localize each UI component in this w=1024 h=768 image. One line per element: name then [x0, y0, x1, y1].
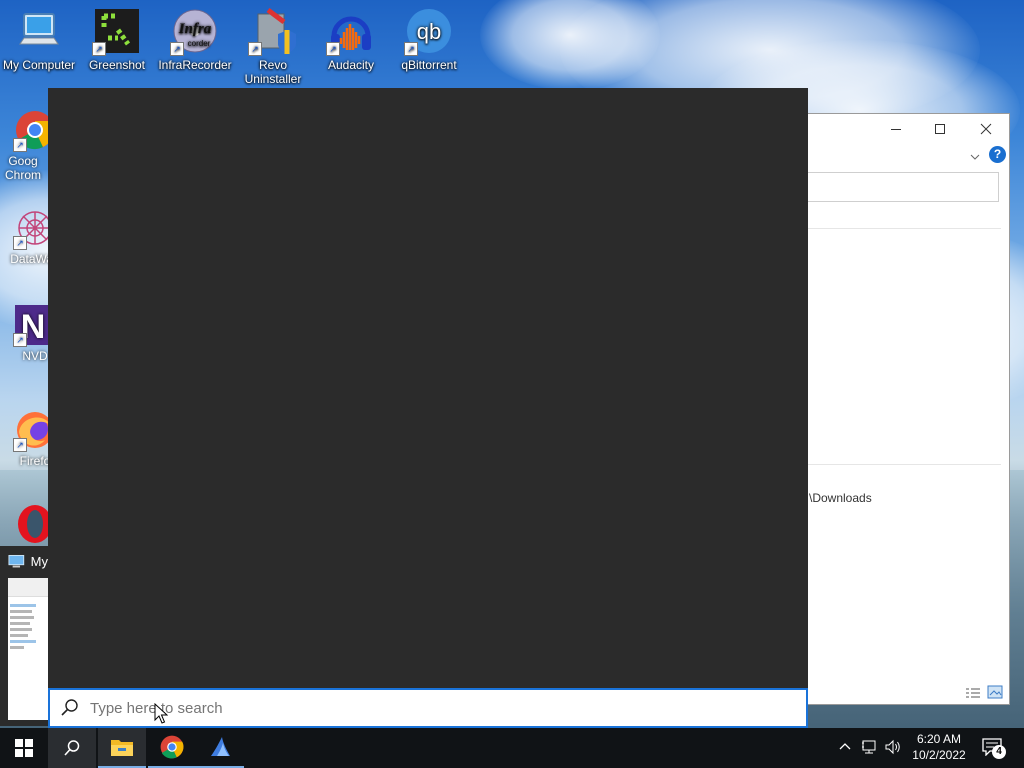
qbittorrent-icon: qb ↗	[404, 8, 452, 56]
greenshot-icon: ↗	[92, 8, 140, 56]
details-view-button[interactable]	[965, 686, 981, 698]
desktop-icon-infrarecorder[interactable]: Infra corder ↗ InfraRecorder	[156, 8, 234, 72]
taskbar-search-button[interactable]	[48, 728, 96, 768]
network-icon	[862, 740, 876, 754]
clock[interactable]: 6:20 AM 10/2/2022	[906, 731, 972, 765]
taskbar-chrome[interactable]	[148, 728, 196, 768]
volume-button[interactable]	[884, 739, 904, 757]
desktop-icon-greenshot[interactable]: ↗ Greenshot	[78, 8, 156, 72]
windows-logo-icon	[15, 739, 33, 757]
infrarecorder-icon: Infra corder ↗	[170, 8, 218, 56]
folder-path-text: \Downloads	[809, 491, 872, 505]
svg-text:corder: corder	[188, 39, 211, 48]
search-icon	[61, 699, 78, 716]
network-button[interactable]	[861, 739, 881, 757]
desktop-icon-label: Audacity	[327, 58, 375, 72]
shark-fin-icon	[211, 737, 230, 756]
desktop-icon-label: Greenshot	[88, 58, 146, 72]
action-center-button[interactable]: 4	[980, 736, 1008, 762]
start-button[interactable]	[0, 728, 48, 768]
minimize-icon	[891, 129, 901, 130]
show-hidden-icons-button[interactable]	[838, 740, 856, 756]
desktop-icon-audacity[interactable]: ↗ Audacity	[312, 8, 390, 72]
notification-badge: 4	[992, 745, 1006, 759]
volume-icon	[885, 739, 900, 755]
address-bar[interactable]	[801, 172, 999, 202]
desktop-icon-label: Revo Uninstaller	[244, 58, 302, 86]
computer-icon	[8, 554, 25, 568]
desktop-icon-qbittorrent[interactable]: qb ↗ qBittorrent	[390, 8, 468, 72]
search-flyout-panel	[48, 88, 808, 688]
help-icon: ?	[993, 147, 1002, 161]
desktop-icon-label: Goog Chrom	[4, 154, 41, 182]
taskbar: 6:20 AM 10/2/2022 4	[0, 728, 1024, 768]
folder-icon	[111, 740, 133, 756]
desktop-icon-label: My Computer	[2, 58, 76, 72]
large-icons-view-icon	[987, 685, 1003, 699]
taskbar-preview[interactable]: My	[0, 546, 48, 726]
desktop-icon-label: qBittorrent	[401, 58, 457, 72]
search-input[interactable]	[88, 698, 772, 718]
maximize-icon	[935, 124, 945, 134]
divider	[801, 228, 1001, 229]
details-view-icon	[966, 688, 980, 698]
close-icon	[980, 123, 992, 135]
mouse-cursor-icon	[154, 703, 168, 724]
chrome-icon	[160, 735, 184, 759]
search-icon	[64, 740, 80, 756]
svg-text:qb: qb	[417, 19, 441, 44]
svg-text:Infra: Infra	[178, 21, 212, 37]
chevron-up-icon	[839, 743, 851, 750]
taskbar-preview-thumbnail	[8, 578, 48, 720]
desktop-icon-revo-uninstaller[interactable]: ↗ Revo Uninstaller	[234, 8, 312, 86]
minimize-button[interactable]	[873, 114, 919, 144]
clock-date: 10/2/2022	[912, 748, 966, 762]
audacity-icon: ↗	[326, 8, 374, 56]
desktop-icon-label: InfraRecorder	[158, 58, 232, 72]
chevron-down-icon	[970, 154, 980, 160]
taskbar-preview-title: My	[30, 553, 48, 569]
clock-time: 6:20 AM	[916, 732, 962, 746]
close-button[interactable]	[963, 114, 1009, 144]
divider	[801, 464, 1001, 465]
help-button[interactable]: ?	[989, 146, 1006, 163]
taskbar-file-explorer[interactable]	[98, 728, 146, 768]
taskbar-app-blue[interactable]	[196, 728, 244, 768]
large-icons-view-button[interactable]	[987, 685, 1003, 699]
desktop-icon-label: Firefo	[19, 454, 51, 468]
ribbon-expand-button[interactable]	[969, 150, 983, 164]
desktop-icon-my-computer[interactable]: My Computer	[0, 8, 78, 72]
desktop-icon-label: NVD	[22, 349, 48, 363]
computer-icon	[16, 8, 62, 54]
revo-uninstaller-icon: ↗	[248, 8, 296, 56]
maximize-button[interactable]	[917, 114, 963, 144]
